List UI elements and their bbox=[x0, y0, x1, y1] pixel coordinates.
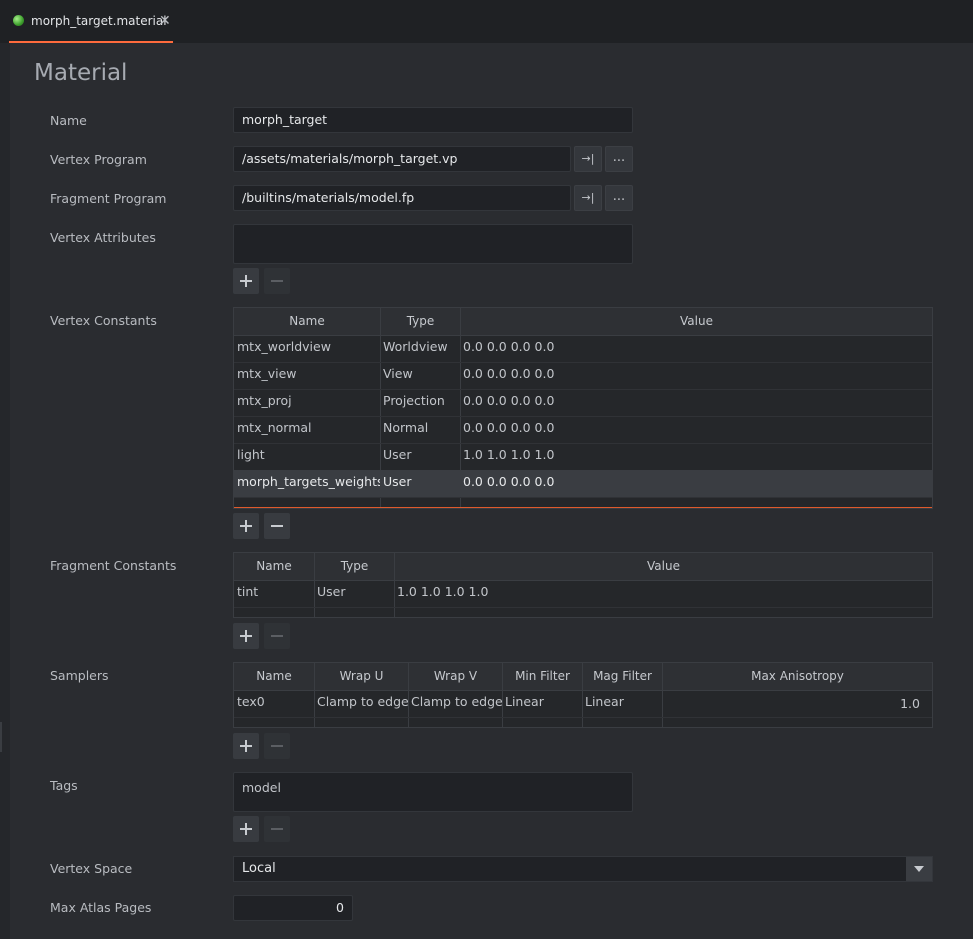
material-icon bbox=[13, 15, 24, 26]
tab-morph-target-material[interactable]: morph_target.material ✕ bbox=[9, 0, 173, 43]
fragment-constants-label: Fragment Constants bbox=[50, 558, 177, 573]
cell-value: 1.0 1.0 1.0 1.0 bbox=[463, 447, 555, 462]
column-header-value[interactable]: Value bbox=[395, 553, 932, 580]
cell-type: Worldview bbox=[383, 339, 448, 354]
table-row[interactable]: mtx_view View 0.0 0.0 0.0 0.0 bbox=[234, 362, 932, 390]
browse-fragment-program-button[interactable]: ... bbox=[605, 185, 633, 211]
cell-value: 0.0 0.0 0.0 0.0 bbox=[463, 366, 555, 381]
cell-name: light bbox=[237, 447, 265, 462]
table-header: Name Type Value bbox=[234, 308, 932, 336]
vertex-program-field[interactable]: /assets/materials/morph_target.vp bbox=[233, 146, 571, 172]
remove-vertex-constant-button[interactable] bbox=[264, 513, 290, 539]
tags-list[interactable]: model bbox=[233, 772, 633, 812]
page-title: Material bbox=[34, 60, 128, 86]
cell-value: 0.0 0.0 0.0 0.0 bbox=[463, 420, 555, 435]
vertex-attributes-list[interactable] bbox=[233, 224, 633, 264]
add-tag-button[interactable] bbox=[233, 816, 259, 842]
cell-value: 0.0 0.0 0.0 0.0 bbox=[463, 393, 555, 408]
column-header-wrap-v[interactable]: Wrap V bbox=[409, 663, 503, 690]
column-header-type[interactable]: Type bbox=[381, 308, 461, 335]
vertex-space-label: Vertex Space bbox=[50, 861, 133, 876]
column-header-name[interactable]: Name bbox=[234, 553, 315, 580]
column-header-value[interactable]: Value bbox=[461, 308, 932, 335]
name-field[interactable]: morph_target bbox=[233, 107, 633, 133]
chevron-down-icon[interactable] bbox=[906, 857, 932, 881]
tab-title: morph_target.material bbox=[31, 14, 167, 28]
add-vertex-constant-button[interactable] bbox=[233, 513, 259, 539]
vertex-space-value: Local bbox=[242, 861, 276, 876]
cell-type: User bbox=[317, 584, 346, 599]
column-header-type[interactable]: Type bbox=[315, 553, 395, 580]
table-row[interactable]: tex0 Clamp to edge Clamp to edge Linear … bbox=[234, 690, 932, 718]
cell-name: mtx_normal bbox=[237, 420, 312, 435]
focus-indicator bbox=[234, 507, 932, 508]
vertex-constants-label: Vertex Constants bbox=[50, 313, 157, 328]
cell-name: mtx_worldview bbox=[237, 339, 331, 354]
table-header: Name Wrap U Wrap V Min Filter Mag Filter… bbox=[234, 663, 932, 691]
cell-wrap-v: Clamp to edge bbox=[411, 694, 502, 709]
max-atlas-pages-field[interactable]: 0 bbox=[233, 895, 353, 921]
vertex-attributes-label: Vertex Attributes bbox=[50, 230, 156, 245]
max-atlas-pages-label: Max Atlas Pages bbox=[50, 900, 152, 915]
fragment-program-field[interactable]: /builtins/materials/model.fp bbox=[233, 185, 571, 211]
column-header-mag-filter[interactable]: Mag Filter bbox=[583, 663, 663, 690]
cell-type: Projection bbox=[383, 393, 445, 408]
remove-tag-button[interactable] bbox=[264, 816, 290, 842]
cell-name: tex0 bbox=[237, 694, 265, 709]
column-header-max-anisotropy[interactable]: Max Anisotropy bbox=[663, 663, 932, 690]
add-fragment-constant-button[interactable] bbox=[233, 623, 259, 649]
cell-type: Normal bbox=[383, 420, 429, 435]
cell-value: 0.0 0.0 0.0 0.0 bbox=[463, 339, 555, 354]
close-icon[interactable]: ✕ bbox=[159, 13, 171, 29]
cell-mag-filter: Linear bbox=[585, 694, 624, 709]
column-header-name[interactable]: Name bbox=[234, 663, 315, 690]
table-row[interactable]: mtx_worldview Worldview 0.0 0.0 0.0 0.0 bbox=[234, 335, 932, 363]
vertex-constants-table: Name Type Value mtx_worldview Worldview … bbox=[233, 307, 933, 509]
cell-value: 1.0 1.0 1.0 1.0 bbox=[397, 584, 489, 599]
cell-wrap-u: Clamp to edge bbox=[317, 694, 408, 709]
cell-min-filter: Linear bbox=[505, 694, 544, 709]
vertex-space-select[interactable]: Local bbox=[233, 856, 933, 882]
cell-name: mtx_view bbox=[237, 366, 297, 381]
add-sampler-button[interactable] bbox=[233, 733, 259, 759]
cell-name: morph_targets_weights bbox=[237, 474, 380, 489]
table-row[interactable]: mtx_normal Normal 0.0 0.0 0.0 0.0 bbox=[234, 416, 932, 444]
list-item[interactable]: model bbox=[242, 780, 281, 795]
browse-vertex-program-button[interactable]: ... bbox=[605, 146, 633, 172]
fragment-constants-table: Name Type Value tint User 1.0 1.0 1.0 1.… bbox=[233, 552, 933, 618]
cell-max-anisotropy: 1.0 bbox=[900, 696, 920, 711]
table-row-selected[interactable]: morph_targets_weights User 0.0 0.0 0.0 0… bbox=[234, 470, 932, 498]
cell-type: User bbox=[383, 447, 412, 462]
tags-label: Tags bbox=[50, 778, 78, 793]
name-label: Name bbox=[50, 113, 87, 128]
vertex-program-label: Vertex Program bbox=[50, 152, 147, 167]
samplers-table: Name Wrap U Wrap V Min Filter Mag Filter… bbox=[233, 662, 933, 728]
column-header-wrap-u[interactable]: Wrap U bbox=[315, 663, 409, 690]
cell-name: tint bbox=[237, 584, 259, 599]
fragment-program-label: Fragment Program bbox=[50, 191, 167, 206]
add-vertex-attribute-button[interactable] bbox=[233, 268, 259, 294]
table-row[interactable]: light User 1.0 1.0 1.0 1.0 bbox=[234, 443, 932, 471]
cell-type: User bbox=[383, 474, 412, 489]
column-header-min-filter[interactable]: Min Filter bbox=[503, 663, 583, 690]
goto-fragment-program-icon[interactable]: →| bbox=[574, 185, 602, 211]
panel-resize-handle[interactable] bbox=[0, 722, 2, 752]
cell-type: View bbox=[383, 366, 413, 381]
remove-vertex-attribute-button[interactable] bbox=[264, 268, 290, 294]
tab-bar: morph_target.material ✕ bbox=[0, 0, 973, 43]
cell-value: 0.0 0.0 0.0 0.0 bbox=[463, 474, 555, 489]
table-row[interactable]: tint User 1.0 1.0 1.0 1.0 bbox=[234, 580, 932, 608]
table-row[interactable]: mtx_proj Projection 0.0 0.0 0.0 0.0 bbox=[234, 389, 932, 417]
column-header-name[interactable]: Name bbox=[234, 308, 381, 335]
remove-fragment-constant-button[interactable] bbox=[264, 623, 290, 649]
samplers-label: Samplers bbox=[50, 668, 109, 683]
table-header: Name Type Value bbox=[234, 553, 932, 581]
cell-name: mtx_proj bbox=[237, 393, 292, 408]
remove-sampler-button[interactable] bbox=[264, 733, 290, 759]
goto-vertex-program-icon[interactable]: →| bbox=[574, 146, 602, 172]
